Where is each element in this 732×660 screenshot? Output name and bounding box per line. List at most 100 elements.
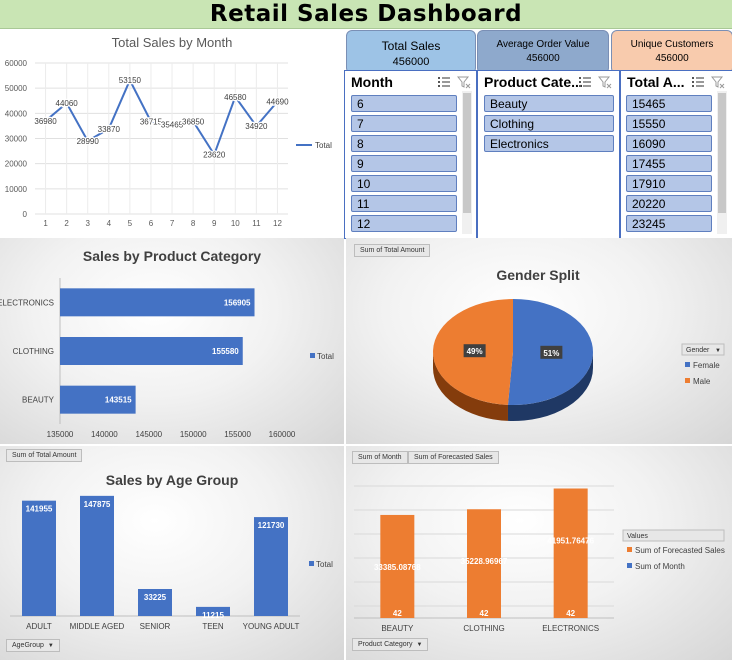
data-label: 42 <box>566 609 575 618</box>
slicer-item[interactable]: Beauty <box>484 95 614 112</box>
x-tick-label: 2 <box>64 219 69 228</box>
data-label: 155580 <box>212 347 239 356</box>
x-tick-label: SENIOR <box>140 622 171 631</box>
x-tick-label: TEEN <box>202 622 224 631</box>
kpi-label: Unique Customers <box>630 39 714 50</box>
slicer-item[interactable]: 10 <box>351 175 457 192</box>
slicer-item[interactable]: 12 <box>351 215 457 232</box>
legend-swatch <box>685 362 690 367</box>
slicer-item[interactable]: 15465 <box>626 95 712 112</box>
slicer-item[interactable]: Electronics <box>484 135 614 152</box>
pivot-axis-button[interactable]: AgeGroup ▼ <box>6 639 60 652</box>
x-tick-label: 145000 <box>135 430 162 439</box>
legend-swatch <box>627 563 632 568</box>
pivot-axis-label: Product Category <box>358 641 413 648</box>
pivot-field-button[interactable]: Sum of Total Amount <box>354 244 431 257</box>
dropdown-arrow-icon: ▼ <box>416 642 423 648</box>
data-label: 51% <box>543 349 559 358</box>
pivot-axis-button[interactable]: Product Category ▼ <box>352 638 429 651</box>
slicer-item[interactable]: 17910 <box>626 175 712 192</box>
x-tick-label: YOUNG ADULT <box>243 622 300 631</box>
age-group-chart: Sales by Age Group 141955 ADULT 147875 MIDDL… <box>10 472 333 631</box>
gender-chart-panel[interactable]: Sum of Total Amount Gender Split 51% 49% Ge… <box>346 238 732 444</box>
data-label: 36980 <box>34 117 57 126</box>
clear-filter-icon[interactable] <box>598 75 612 89</box>
dropdown-arrow-icon: ▼ <box>715 348 721 354</box>
x-tick-label: 3 <box>85 219 90 228</box>
data-label: 35228.96967 <box>461 557 508 566</box>
slicer-total-amount[interactable]: Total A... 15465 15550 16090 17455 17910 2022… <box>620 70 732 239</box>
chart-title: Sales by Age Group <box>106 472 239 488</box>
pivot-field-button[interactable]: Sum of Forecasted Sales <box>408 451 499 464</box>
data-label: 49% <box>467 347 483 356</box>
legend-swatch <box>310 353 315 358</box>
slicer-scrollbar[interactable] <box>462 91 472 234</box>
data-label: 34920 <box>245 122 268 131</box>
forecast-chart-panel[interactable]: Sum of Month Sum of Forecasted Sales 333… <box>346 446 732 660</box>
legend-label: Sum of Month <box>635 562 685 571</box>
slicer-item[interactable]: 7 <box>351 115 457 132</box>
data-label: 143515 <box>105 396 132 405</box>
multi-select-icon[interactable] <box>578 75 592 89</box>
y-tick-label: 50000 <box>5 84 28 93</box>
x-tick-label: MIDDLE AGED <box>70 622 125 631</box>
kpi-value: 456000 <box>655 53 689 64</box>
slicer-item[interactable]: Clothing <box>484 115 614 132</box>
kpi-label: Total Sales <box>381 39 441 53</box>
x-tick-label: 8 <box>191 219 196 228</box>
x-tick-label: 9 <box>212 219 217 228</box>
data-label: 147875 <box>84 500 111 509</box>
slicer-item[interactable]: 23245 <box>626 215 712 232</box>
slicer-item[interactable]: 16090 <box>626 135 712 152</box>
slicer-product-category[interactable]: Product Cate... Beauty Clothing Electronic… <box>477 70 620 239</box>
slicer-item[interactable]: 17455 <box>626 155 712 172</box>
y-tick-label: 0 <box>23 210 28 219</box>
clear-filter-icon[interactable] <box>457 75 471 89</box>
kpi-average-order-value[interactable]: Average Order Value 456000 <box>477 30 609 74</box>
scrollbar-thumb[interactable] <box>463 93 471 213</box>
legend-label: Total <box>317 352 334 361</box>
multi-select-icon[interactable] <box>691 75 705 89</box>
data-label: 46580 <box>224 93 247 102</box>
y-tick-label: 20000 <box>5 160 28 169</box>
age-group-chart-panel[interactable]: Sum of Total Amount Sales by Age Group 14… <box>0 446 344 660</box>
data-label: 33870 <box>98 125 121 134</box>
data-label: 33385.08768 <box>374 563 421 572</box>
line-chart-panel[interactable]: Total Sales by Month 0 10000 20000 30000 4000… <box>0 29 344 237</box>
slicer-scrollbar[interactable] <box>717 91 727 234</box>
chart-title: Sales by Product Category <box>83 248 261 264</box>
x-tick-label: ADULT <box>26 622 52 631</box>
slicer-item[interactable]: 20220 <box>626 195 712 212</box>
kpi-total-sales[interactable]: Total Sales 456000 <box>346 30 476 74</box>
product-category-chart-panel[interactable]: Sales by Product Category 135000 140000 145… <box>0 238 344 444</box>
kpi-unique-customers[interactable]: Unique Customers 456000 <box>611 30 732 74</box>
bar <box>22 500 56 616</box>
legend-label: Total <box>315 141 332 150</box>
chart-title: Total Sales by Month <box>112 35 233 50</box>
slicer-item[interactable]: 15550 <box>626 115 712 132</box>
x-tick-label: 11 <box>252 219 261 228</box>
slicer-month[interactable]: Month 6 7 8 9 10 11 12 <box>344 70 477 239</box>
data-label: 41951.76476 <box>547 536 594 545</box>
pivot-axis-label: AgeGroup <box>12 642 44 649</box>
slicer-item[interactable]: 11 <box>351 195 457 212</box>
slicer-item[interactable]: 9 <box>351 155 457 172</box>
slicer-item[interactable]: 8 <box>351 135 457 152</box>
dropdown-arrow-icon: ▼ <box>47 643 54 649</box>
pivot-field-button[interactable]: Sum of Total Amount <box>6 449 83 462</box>
x-tick-label: 10 <box>231 219 240 228</box>
kpi-value: 456000 <box>392 56 430 68</box>
scrollbar-thumb[interactable] <box>718 93 726 213</box>
slicer-item[interactable]: 6 <box>351 95 457 112</box>
x-tick-label: 7 <box>170 219 175 228</box>
legend-swatch <box>309 561 314 566</box>
data-label: 42 <box>480 609 489 618</box>
forecast-chart: 33385.08768 42 BEAUTY 35228.96967 42 CLOTHING… <box>354 485 725 633</box>
x-tick-label: 1 <box>43 219 48 228</box>
pivot-field-button[interactable]: Sum of Month <box>352 451 408 464</box>
clear-filter-icon[interactable] <box>711 75 725 89</box>
dashboard-title: Retail Sales Dashboard <box>209 1 523 27</box>
data-label: 28990 <box>77 137 100 146</box>
data-label: 141955 <box>26 505 53 514</box>
multi-select-icon[interactable] <box>437 75 451 89</box>
